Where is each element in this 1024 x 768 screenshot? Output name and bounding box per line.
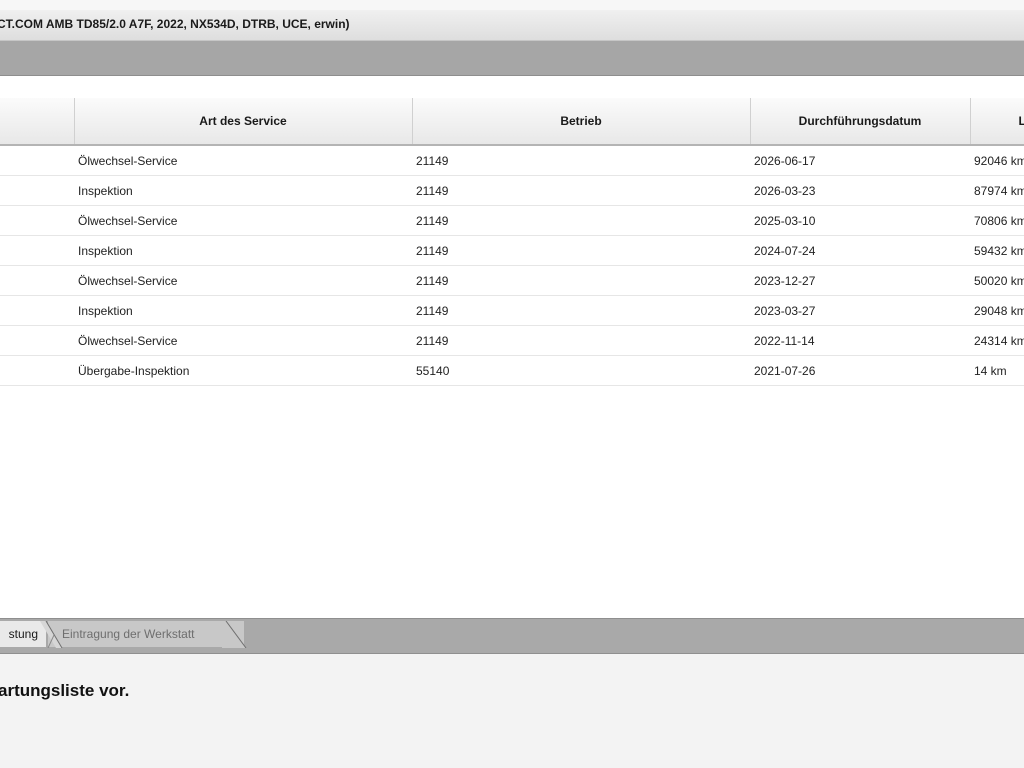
workshop-cell: 21149 (412, 145, 750, 176)
mileage-cell: 70806 km (970, 205, 1024, 236)
toolbar-band (0, 41, 1024, 76)
workshop-cell: 21149 (412, 175, 750, 206)
table-row[interactable]: Ölwechsel-Service 21149 2025-03-10 70806… (0, 205, 1024, 236)
service-type-cell: Ölwechsel-Service (74, 265, 412, 296)
mileage-cell: 87974 km (970, 175, 1024, 206)
service-type-cell: Inspektion (74, 295, 412, 326)
table-row[interactable]: Ölwechsel-Service 21149 2023-12-27 50020… (0, 265, 1024, 296)
workshop-cell: 21149 (412, 205, 750, 236)
tab-leistung-label: stung (8, 627, 38, 641)
table-row[interactable]: Übergabe-Inspektion 55140 2021-07-26 14 … (0, 355, 1024, 386)
tab-bar: stung Eintragung der Werkstatt (0, 618, 1024, 654)
date-cell: 2021-07-26 (750, 355, 970, 386)
date-cell: 2022-11-14 (750, 325, 970, 356)
vehicle-title: CT.COM AMB TD85/2.0 A7F, 2022, NX534D, D… (0, 17, 350, 31)
workshop-cell: 55140 (412, 355, 750, 386)
service-history-table: Art des Service Betrieb Durchführungsdat… (0, 98, 1024, 386)
column-header-first[interactable] (0, 98, 74, 146)
mileage-cell: 59432 km (970, 235, 1024, 266)
mileage-cell: 29048 km (970, 295, 1024, 326)
row-marker-cell (0, 235, 74, 266)
service-type-cell: Inspektion (74, 235, 412, 266)
row-marker-cell (0, 355, 74, 386)
workshop-cell: 21149 (412, 265, 750, 296)
row-marker-cell (0, 205, 74, 236)
service-table-wrapper: Art des Service Betrieb Durchführungsdat… (0, 98, 1024, 386)
mileage-cell: 92046 km (970, 145, 1024, 176)
service-history-panel: Art des Service Betrieb Durchführungsdat… (0, 76, 1024, 618)
table-row[interactable]: Ölwechsel-Service 21149 2022-11-14 24314… (0, 325, 1024, 356)
table-header-row: Art des Service Betrieb Durchführungsdat… (0, 98, 1024, 146)
row-marker-cell (0, 175, 74, 206)
service-type-cell: Ölwechsel-Service (74, 325, 412, 356)
mileage-cell: 50020 km (970, 265, 1024, 296)
table-row[interactable]: Ölwechsel-Service 21149 2026-06-17 92046… (0, 145, 1024, 176)
service-type-cell: Inspektion (74, 175, 412, 206)
workshop-cell: 21149 (412, 235, 750, 266)
workshop-cell: 21149 (412, 295, 750, 326)
date-cell: 2024-07-24 (750, 235, 970, 266)
column-header-workshop[interactable]: Betrieb (411, 98, 750, 146)
tab-eintragung-werkstatt[interactable]: Eintragung der Werkstatt (48, 621, 244, 647)
status-message: artungsliste vor. (0, 681, 130, 700)
row-marker-cell (0, 145, 74, 176)
date-cell: 2023-03-27 (750, 295, 970, 326)
tab-eintragung-werkstatt-label: Eintragung der Werkstatt (62, 627, 195, 641)
column-header-service-type[interactable]: Art des Service (73, 98, 412, 146)
table-row[interactable]: Inspektion 21149 2026-03-23 87974 km (0, 175, 1024, 206)
service-type-cell: Übergabe-Inspektion (74, 355, 412, 386)
service-type-cell: Ölwechsel-Service (74, 205, 412, 236)
row-marker-cell (0, 295, 74, 326)
workshop-cell: 21149 (412, 325, 750, 356)
service-type-cell: Ölwechsel-Service (74, 145, 412, 176)
row-marker-cell (0, 325, 74, 356)
table-row[interactable]: Inspektion 21149 2024-07-24 59432 km (0, 235, 1024, 266)
mileage-cell: 24314 km (970, 325, 1024, 356)
mileage-cell: 14 km (970, 355, 1024, 386)
tab-end-icon (222, 621, 247, 648)
date-cell: 2026-06-17 (750, 145, 970, 176)
row-marker-cell (0, 265, 74, 296)
date-cell: 2023-12-27 (750, 265, 970, 296)
tab-divider-icon (40, 621, 63, 648)
date-cell: 2026-03-23 (750, 175, 970, 206)
vehicle-title-bar: CT.COM AMB TD85/2.0 A7F, 2022, NX534D, D… (0, 10, 1024, 41)
column-header-mileage[interactable]: L (969, 98, 1024, 146)
date-cell: 2025-03-10 (750, 205, 970, 236)
column-header-date[interactable]: Durchführungsdatum (749, 98, 970, 146)
table-row[interactable]: Inspektion 21149 2023-03-27 29048 km (0, 295, 1024, 326)
